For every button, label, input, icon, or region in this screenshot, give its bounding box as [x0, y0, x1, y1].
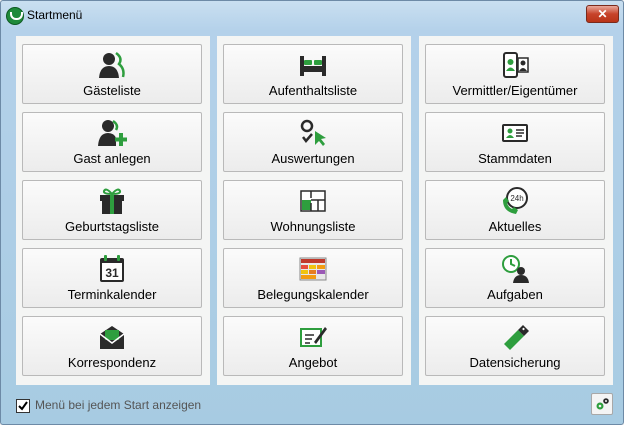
- guests-icon: [99, 51, 125, 78]
- id-card-icon: [502, 124, 528, 142]
- gift-icon: [100, 188, 124, 214]
- correspondence-button[interactable]: Korrespondenz: [22, 316, 202, 376]
- show-on-start-checkbox[interactable]: [16, 399, 30, 413]
- occupancy-calendar-icon: [299, 257, 327, 281]
- show-on-start-label[interactable]: Menü bei jedem Start anzeigen: [35, 398, 201, 412]
- tile-label: Terminkalender: [67, 287, 157, 302]
- evaluations-button[interactable]: Auswertungen: [223, 112, 403, 172]
- add-guest-button[interactable]: Gast anlegen: [22, 112, 202, 172]
- tile-label: Stammdaten: [478, 151, 552, 166]
- agent-owner-button[interactable]: Vermittler/Eigentümer: [425, 44, 605, 104]
- tile-label: Angebot: [288, 355, 338, 370]
- tile-label: Gästeliste: [83, 83, 141, 98]
- menu-column-2: Aufenthaltsliste Auswertungen Wohnungsli…: [217, 36, 411, 385]
- tile-label: Vermittler/Eigentümer: [452, 83, 578, 98]
- tile-label: Auswertungen: [271, 151, 355, 166]
- floorplan-icon: [300, 190, 326, 212]
- data-backup-button[interactable]: Datensicherung: [425, 316, 605, 376]
- gears-icon: [596, 398, 609, 410]
- window-title: Startmenü: [27, 8, 83, 22]
- evaluation-icon: [300, 119, 326, 146]
- tile-label: Belegungskalender: [257, 287, 369, 302]
- app-logo-icon: [6, 7, 24, 25]
- tasks-button[interactable]: Aufgaben: [425, 248, 605, 308]
- usb-backup-icon: [504, 325, 529, 350]
- tile-label: Aufenthaltsliste: [268, 83, 358, 98]
- tile-label: Aktuelles: [488, 219, 542, 234]
- tasks-icon: [502, 255, 529, 283]
- agent-owner-icon: [503, 52, 529, 78]
- calendar-31-icon: 31: [100, 255, 124, 282]
- tile-label: Aufgaben: [487, 287, 543, 302]
- phone-24h-icon: 24h: [503, 187, 528, 214]
- appointment-calendar-button[interactable]: 31 Terminkalender: [22, 248, 202, 308]
- svg-text:24h: 24h: [510, 194, 523, 203]
- stay-list-button[interactable]: Aufenthaltsliste: [223, 44, 403, 104]
- settings-button[interactable]: [591, 393, 613, 415]
- close-button[interactable]: ✕: [586, 5, 619, 23]
- checkmark-icon: [18, 401, 28, 411]
- tile-label: Korrespondenz: [67, 355, 157, 370]
- tile-label: Datensicherung: [469, 355, 561, 370]
- menu-column-1: Gästeliste Gast anlegen Geburtstagsliste…: [16, 36, 210, 385]
- add-guest-icon: [98, 119, 127, 146]
- tile-label: Gast anlegen: [73, 151, 151, 166]
- bed-icon: [300, 56, 326, 76]
- envelope-icon: [99, 326, 125, 349]
- guest-list-button[interactable]: Gästeliste: [22, 44, 202, 104]
- svg-text:31: 31: [105, 266, 119, 280]
- occupancy-calendar-button[interactable]: Belegungskalender: [223, 248, 403, 308]
- news-button[interactable]: 24h Aktuelles: [425, 180, 605, 240]
- apartment-list-button[interactable]: Wohnungsliste: [223, 180, 403, 240]
- offer-button[interactable]: Angebot: [223, 316, 403, 376]
- client-area: Gästeliste Gast anlegen Geburtstagsliste…: [8, 30, 617, 418]
- menu-column-3: Vermittler/Eigentümer Stammdaten 24h Akt…: [419, 36, 613, 385]
- birthday-list-button[interactable]: Geburtstagsliste: [22, 180, 202, 240]
- startmenu-window: Startmenü ✕ Gästeliste Gast anlegen Gebu…: [0, 0, 624, 425]
- tile-label: Wohnungsliste: [270, 219, 356, 234]
- master-data-button[interactable]: Stammdaten: [425, 112, 605, 172]
- title-bar[interactable]: Startmenü ✕: [1, 1, 623, 29]
- offer-icon: [300, 327, 327, 347]
- tile-label: Geburtstagsliste: [65, 219, 159, 234]
